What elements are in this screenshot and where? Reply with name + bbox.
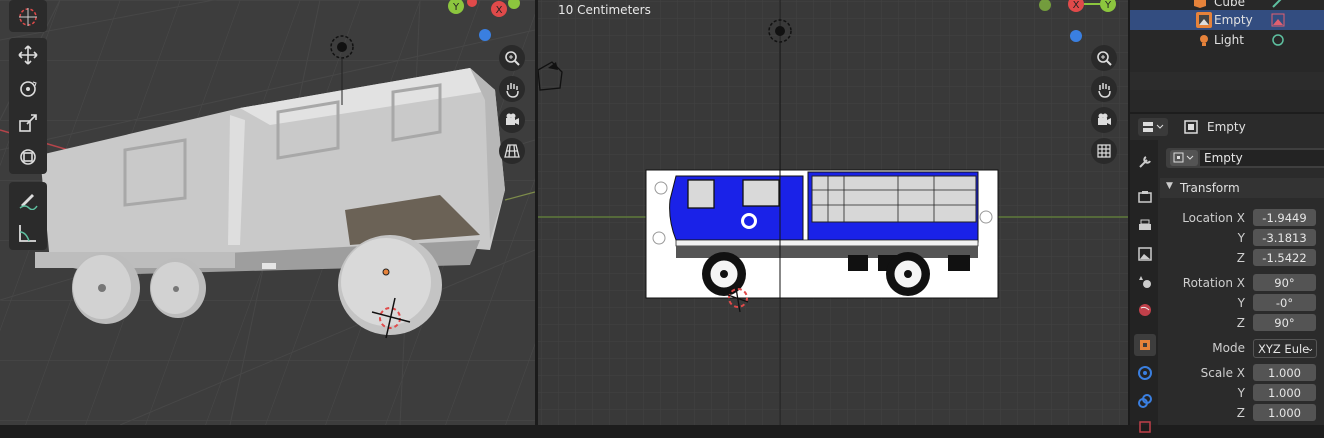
rotation-z-label: Z [1236, 316, 1245, 330]
svg-text:Y: Y [452, 2, 460, 13]
transform-icon [20, 149, 36, 165]
chevron-down-icon: ⌄ [1306, 343, 1314, 354]
section-title: Transform [1180, 181, 1240, 195]
properties-header-object-name: Empty [1207, 120, 1246, 134]
data-icon [1139, 421, 1151, 433]
collapse-arrow-icon: ▼ [1166, 181, 1173, 191]
rotation-y-label: Y [1237, 296, 1245, 310]
hand-icon [1098, 83, 1111, 98]
rotation-mode-value: XYZ Eule [1258, 341, 1310, 356]
mesh-object-icon [1192, 0, 1208, 10]
rotation-x-field[interactable]: 90° [1253, 274, 1316, 291]
modifier-icon [1270, 0, 1286, 10]
right-viewport-scene [538, 0, 1128, 425]
measure-tool-button[interactable] [9, 216, 47, 250]
annotate-tool-button[interactable] [9, 182, 47, 216]
outliner-item-label: Empty [1214, 13, 1253, 27]
svg-text:X: X [496, 5, 503, 16]
location-y-label: Y [1237, 231, 1245, 245]
zoom-icon [505, 51, 520, 66]
render-icon [1138, 191, 1152, 203]
location-z-label: Z [1236, 251, 1245, 265]
scale-z-label: Z [1236, 406, 1245, 420]
ortho-toggle-button-right[interactable] [1091, 138, 1117, 164]
wheel-rear-1 [72, 252, 140, 324]
location-x-field[interactable]: -1.9449 [1253, 209, 1316, 226]
camera-icon [1098, 113, 1111, 125]
outliner-item-label: Light [1214, 33, 1244, 47]
toolbar-transform-group [9, 38, 47, 174]
rotation-x-label: Rotation X [1182, 276, 1245, 290]
camera-icon [506, 113, 519, 125]
outliner-empty-row [1130, 72, 1324, 90]
move-tool-button[interactable] [9, 38, 47, 72]
perspective-toggle-button[interactable] [499, 138, 525, 164]
scale-x-field[interactable]: 1.000 [1253, 364, 1316, 381]
navigation-gizmo-right[interactable]: X Y [1036, 0, 1128, 50]
pan-button[interactable] [499, 76, 525, 102]
rotate-icon [20, 81, 37, 97]
scale-x-label: Scale X [1200, 366, 1245, 380]
zoom-icon [1097, 51, 1112, 66]
toolbar-annotate-group [9, 182, 47, 250]
scale-icon [19, 114, 37, 132]
annotate-icon [19, 194, 38, 210]
grid-icon [504, 144, 520, 158]
zoom-button[interactable] [499, 45, 525, 71]
object-data-dropdown[interactable] [1170, 150, 1198, 166]
toolbar-cursor-group [9, 0, 47, 32]
zoom-button-right[interactable] [1091, 45, 1117, 71]
outliner-item-label: Cube [1214, 0, 1245, 9]
grid-unit-label: 10 Centimeters [558, 3, 651, 17]
rotation-y-field[interactable]: -0° [1253, 294, 1316, 311]
location-y-field[interactable]: -3.1813 [1253, 229, 1316, 246]
properties-icon [1143, 122, 1164, 132]
outliner-panel: Cube Empty Light [1130, 0, 1324, 112]
scale-tool-button[interactable] [9, 106, 47, 140]
object-type-icon [1183, 119, 1199, 135]
measure-icon [19, 225, 36, 242]
svg-text:Y: Y [1104, 0, 1112, 11]
scale-y-label: Y [1237, 386, 1245, 400]
location-z-field[interactable]: -1.5422 [1253, 249, 1316, 266]
empty-image-icon [1196, 12, 1212, 28]
scale-y-field[interactable]: 1.000 [1253, 384, 1316, 401]
navigation-gizmo[interactable]: Y X [440, 0, 530, 50]
outliner-row-empty[interactable]: Empty [1130, 10, 1324, 30]
outliner-row-light[interactable]: Light [1130, 30, 1324, 50]
light-data-icon [1270, 32, 1286, 48]
pan-button-right[interactable] [1091, 76, 1117, 102]
camera-view-button-right[interactable] [1091, 107, 1117, 133]
tab-tool[interactable] [1134, 151, 1156, 173]
wheel-rear-2 [150, 258, 206, 318]
cursor-tool-button[interactable] [9, 0, 47, 34]
rotation-z-field[interactable]: 90° [1253, 314, 1316, 331]
rotation-mode-label: Mode [1212, 341, 1245, 355]
left-3d-viewport[interactable]: Y X [0, 0, 535, 425]
hand-icon [506, 83, 519, 98]
object-name-row: Empty [1166, 148, 1324, 168]
empty-object-type-icon [1173, 152, 1194, 163]
tab-render[interactable] [1134, 186, 1156, 208]
reference-image [645, 169, 999, 299]
rotate-tool-button[interactable] [9, 72, 47, 106]
move-icon [18, 45, 38, 65]
svg-text:X: X [1073, 0, 1080, 11]
transform-tool-button[interactable] [9, 140, 47, 174]
location-x-label: Location X [1182, 211, 1245, 225]
properties-editor-type-dropdown[interactable] [1138, 118, 1168, 136]
right-3d-viewport[interactable]: 10 Centimeters X Y [538, 0, 1128, 425]
transform-section-header[interactable]: ▼ Transform [1160, 178, 1324, 198]
camera-view-button[interactable] [499, 107, 525, 133]
rotation-mode-dropdown[interactable]: XYZ Eule ⌄ [1253, 339, 1317, 358]
wrench-icon [1139, 156, 1151, 168]
object-name-field[interactable]: Empty [1200, 150, 1324, 166]
left-viewport-scene [0, 0, 535, 425]
image-data-icon [1270, 12, 1286, 28]
grid-icon [1097, 144, 1111, 158]
scale-z-field[interactable]: 1.000 [1253, 404, 1316, 421]
light-object-icon [1196, 32, 1212, 48]
cursor-icon [19, 8, 37, 26]
